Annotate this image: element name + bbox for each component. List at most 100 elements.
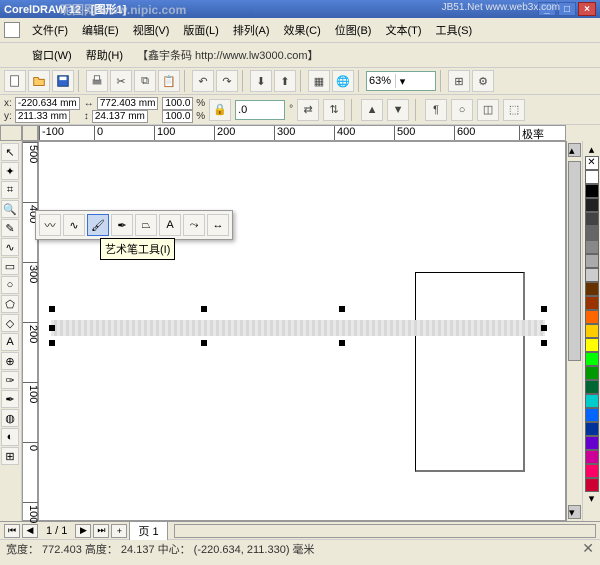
color-swatch[interactable] — [585, 184, 599, 198]
menu-effects[interactable]: 效果(C) — [278, 20, 327, 40]
menu-layout[interactable]: 版面(L) — [177, 20, 224, 40]
menu-arrange[interactable]: 排列(A) — [227, 20, 276, 40]
color-swatch[interactable] — [585, 338, 599, 352]
polyline-subtool[interactable]: ⏢ — [135, 214, 157, 236]
selection-handle[interactable] — [201, 340, 207, 346]
scroll-down-button[interactable]: ▾ — [568, 505, 581, 519]
last-page-button[interactable]: ⏭ — [93, 524, 109, 538]
export-button[interactable]: ⬆ — [274, 70, 296, 92]
color-swatch[interactable] — [585, 394, 599, 408]
menu-edit[interactable]: 编辑(E) — [76, 20, 125, 40]
wrap-text-button[interactable]: ¶ — [425, 99, 447, 121]
corel-online-button[interactable]: 🌐 — [332, 70, 354, 92]
palette-scroll-up[interactable]: ▴ — [583, 143, 600, 156]
ruler-horizontal[interactable]: -100 0 100 200 300 400 500 600 极率 — [38, 125, 566, 141]
color-swatch[interactable] — [585, 422, 599, 436]
canvas[interactable] — [38, 141, 566, 521]
menu-window[interactable]: 窗口(W) — [26, 45, 78, 65]
color-swatch[interactable] — [585, 198, 599, 212]
pos-y[interactable]: 211.33 mm — [15, 110, 70, 123]
color-swatch[interactable] — [585, 464, 599, 478]
app-launcher-button[interactable]: ▦ — [308, 70, 330, 92]
color-swatch[interactable] — [585, 366, 599, 380]
selection-handle[interactable] — [339, 340, 345, 346]
freehand-tool[interactable]: ✎ — [1, 219, 19, 237]
copy-button[interactable]: ⧉ — [134, 70, 156, 92]
basic-shapes-tool[interactable]: ◇ — [1, 314, 19, 332]
outline-tool[interactable]: ✒ — [1, 390, 19, 408]
connector-subtool[interactable]: ⤳ — [183, 214, 205, 236]
selection-handle[interactable] — [49, 340, 55, 346]
color-swatch[interactable] — [585, 268, 599, 282]
options-button[interactable]: ⚙ — [472, 70, 494, 92]
selection-handle[interactable] — [201, 306, 207, 312]
color-swatch[interactable] — [585, 380, 599, 394]
mirror-v-button[interactable]: ⇅ — [323, 99, 345, 121]
menu-text[interactable]: 文本(T) — [379, 20, 427, 40]
text-tool[interactable]: A — [1, 333, 19, 351]
first-page-button[interactable]: ⏮ — [4, 524, 20, 538]
selection-handle[interactable] — [49, 306, 55, 312]
paste-button[interactable]: 📋 — [158, 70, 180, 92]
color-swatch[interactable] — [585, 296, 599, 310]
scale-x[interactable]: 100.0 — [162, 97, 193, 110]
close-button[interactable]: × — [578, 2, 596, 16]
pen-subtool[interactable]: ✒ — [111, 214, 133, 236]
selection-handle[interactable] — [541, 340, 547, 346]
no-fill-icon[interactable]: ✕ — [582, 540, 594, 557]
rotation-input[interactable]: .0 — [235, 100, 285, 120]
menu-help[interactable]: 帮助(H) — [80, 45, 129, 65]
rectangle-tool[interactable]: ▭ — [1, 257, 19, 275]
color-swatch[interactable] — [585, 212, 599, 226]
color-swatch[interactable] — [585, 450, 599, 464]
bezier-subtool[interactable]: ∿ — [63, 214, 85, 236]
menu-tools[interactable]: 工具(S) — [430, 20, 479, 40]
save-button[interactable] — [52, 70, 74, 92]
scrollbar-vertical[interactable]: ▴ ▾ — [566, 141, 582, 521]
color-swatch[interactable] — [585, 478, 599, 492]
new-button[interactable] — [4, 70, 26, 92]
color-swatch[interactable] — [585, 240, 599, 254]
import-button[interactable]: ⬇ — [250, 70, 272, 92]
pick-tool[interactable]: ↖ — [1, 143, 19, 161]
shape-tool[interactable]: ✦ — [1, 162, 19, 180]
selection-handle[interactable] — [541, 325, 547, 331]
color-swatch[interactable] — [585, 324, 599, 338]
palette-scroll-down[interactable]: ▾ — [583, 492, 600, 505]
menu-view[interactable]: 视图(V) — [127, 20, 176, 40]
size-h[interactable]: 24.137 mm — [92, 110, 148, 123]
ungroup-button[interactable]: ◫ — [477, 99, 499, 121]
add-page-button[interactable]: + — [111, 524, 127, 538]
3point-curve-subtool[interactable]: A — [159, 214, 181, 236]
freehand-subtool[interactable]: 〰 — [39, 214, 61, 236]
scale-y[interactable]: 100.0 — [162, 110, 193, 123]
convert-curves-button[interactable]: ○ — [451, 99, 473, 121]
color-swatch[interactable] — [585, 408, 599, 422]
selection-handle[interactable] — [339, 306, 345, 312]
redo-button[interactable]: ↷ — [216, 70, 238, 92]
selection-handle[interactable] — [49, 325, 55, 331]
fill-tool[interactable]: ◍ — [1, 409, 19, 427]
scroll-thumb[interactable] — [568, 161, 581, 361]
eyedropper-tool[interactable]: ✑ — [1, 371, 19, 389]
cut-button[interactable]: ✂ — [110, 70, 132, 92]
mesh-tool[interactable]: ⊞ — [1, 447, 19, 465]
menu-bitmaps[interactable]: 位图(B) — [329, 20, 378, 40]
selection-handle[interactable] — [541, 306, 547, 312]
no-color-swatch[interactable]: ✕ — [585, 156, 599, 170]
prev-page-button[interactable]: ◀ — [22, 524, 38, 538]
page-tab[interactable]: 页 1 — [129, 521, 167, 540]
next-page-button[interactable]: ▶ — [75, 524, 91, 538]
color-swatch[interactable] — [585, 282, 599, 296]
zoom-combo[interactable]: 63% ▾ — [366, 71, 436, 91]
blend-tool[interactable]: ⊕ — [1, 352, 19, 370]
pos-x[interactable]: -220.634 mm — [15, 97, 80, 110]
ruler-origin[interactable] — [0, 125, 22, 141]
polygon-tool[interactable]: ⬠ — [1, 295, 19, 313]
mirror-h-button[interactable]: ⇄ — [297, 99, 319, 121]
menu-extra[interactable]: 【鑫宇条码 http://www.lw3000.com】 — [131, 45, 325, 65]
color-swatch[interactable] — [585, 226, 599, 240]
color-swatch[interactable] — [585, 310, 599, 324]
undo-button[interactable]: ↶ — [192, 70, 214, 92]
open-button[interactable] — [28, 70, 50, 92]
